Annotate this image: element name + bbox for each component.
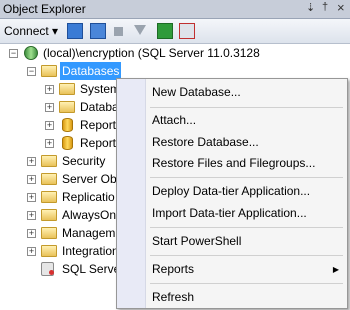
folder-icon [59, 101, 75, 113]
tree-node-server-objects[interactable]: + Server Obj [0, 170, 120, 188]
stop-icon[interactable] [114, 27, 123, 36]
folder-icon [41, 191, 57, 203]
menu-item-import-dac[interactable]: Import Data-tier Application... [152, 204, 307, 222]
replication-label: Replicatio [62, 190, 115, 204]
collapse-icon[interactable]: − [9, 49, 18, 58]
expand-icon[interactable]: + [45, 103, 54, 112]
report-server-temp-label: Report [80, 136, 117, 150]
auto-hide-pin-icon[interactable]: † [322, 1, 328, 13]
filter-icon[interactable] [134, 25, 146, 35]
folder-icon [41, 65, 57, 77]
connect-dropdown-button[interactable]: Connect ▾ [4, 24, 58, 38]
menu-item-restore-database[interactable]: Restore Database... [152, 133, 259, 151]
context-menu: New Database... Attach... Restore Databa… [116, 78, 348, 309]
server-label: (local)\encryption (SQL Server 11.0.3128 [43, 46, 260, 60]
server-icon [24, 46, 38, 60]
folder-icon [41, 155, 57, 167]
tree-node-server[interactable]: − (local)\encryption (SQL Server 11.0.31… [0, 44, 350, 62]
tree-node-management[interactable]: + Managem [0, 224, 117, 242]
tree-node-integration-services[interactable]: + Integration [0, 242, 119, 260]
tree-node-report-server[interactable]: + Report [0, 116, 117, 134]
system-databases-label: System [80, 82, 121, 96]
menu-item-refresh[interactable]: Refresh [152, 288, 194, 306]
integration-services-label: Integration [62, 244, 119, 258]
tree-node-alwayson[interactable]: + AlwaysOn [0, 206, 117, 224]
agent-icon [41, 262, 54, 276]
folder-icon [41, 209, 57, 221]
collapse-icon[interactable]: − [27, 67, 36, 76]
tree-node-security[interactable]: + Security [0, 152, 117, 170]
expand-icon[interactable]: + [27, 247, 36, 256]
submenu-arrow-icon: ▶ [332, 265, 339, 274]
expand-icon[interactable]: + [45, 139, 54, 148]
tree-node-replication[interactable]: + Replicatio [0, 188, 117, 206]
folder-icon [41, 173, 57, 185]
expand-icon[interactable]: + [27, 211, 36, 220]
server-objects-label: Server Obj [62, 172, 120, 186]
report-server-label: Report [80, 118, 117, 132]
tree-node-system-databases[interactable]: + System [0, 80, 121, 98]
menu-separator [150, 255, 343, 256]
close-icon[interactable]: × [337, 0, 345, 15]
expand-icon[interactable]: + [45, 121, 54, 130]
menu-separator [150, 177, 343, 178]
tree-node-report-server-temp[interactable]: + Report [0, 134, 117, 152]
menu-item-new-database[interactable]: New Database... [152, 83, 241, 101]
expand-icon[interactable]: + [27, 175, 36, 184]
connect-object-explorer-icon[interactable] [67, 23, 83, 39]
object-explorer-toolbar: Connect ▾ [0, 19, 350, 44]
databases-label: Databases [60, 62, 122, 80]
menu-separator [150, 107, 343, 108]
expand-icon[interactable]: + [45, 85, 54, 94]
folder-icon [41, 245, 57, 257]
expand-icon[interactable]: + [27, 157, 36, 166]
folder-icon [41, 227, 57, 239]
menu-item-deploy-dac[interactable]: Deploy Data-tier Application... [152, 182, 310, 200]
disconnect-icon[interactable] [90, 23, 106, 39]
tree-node-databases[interactable]: − Databases [0, 62, 122, 80]
expand-icon[interactable]: + [27, 229, 36, 238]
menu-item-restore-files[interactable]: Restore Files and Filegroups... [152, 154, 315, 172]
database-snapshots-label: Databa [80, 100, 119, 114]
database-icon [62, 136, 73, 150]
panel-title: Object Explorer [3, 2, 86, 16]
security-label: Security [62, 154, 106, 168]
tree-node-database-snapshots[interactable]: + Databa [0, 98, 119, 116]
stopped-status-icon [49, 270, 54, 275]
window-position-icon[interactable]: ⇣ [306, 1, 315, 14]
menu-separator [150, 227, 343, 228]
folder-icon [59, 83, 75, 95]
menu-icon-gutter [117, 79, 146, 308]
expand-icon[interactable]: + [27, 193, 36, 202]
tree-node-sql-server-agent[interactable]: SQL Server [0, 260, 124, 278]
database-icon [62, 118, 73, 132]
activity-monitor-icon[interactable] [179, 23, 195, 39]
menu-item-attach[interactable]: Attach... [152, 111, 196, 129]
refresh-icon[interactable] [157, 23, 173, 39]
object-explorer-titlebar: Object Explorer ⇣ † × [0, 0, 350, 19]
menu-separator [150, 283, 343, 284]
alwayson-label: AlwaysOn [62, 208, 117, 222]
management-label: Managem [62, 226, 116, 240]
sql-server-agent-label: SQL Server [62, 262, 125, 276]
menu-item-reports[interactable]: Reports [152, 260, 327, 278]
menu-item-start-powershell[interactable]: Start PowerShell [152, 232, 241, 250]
